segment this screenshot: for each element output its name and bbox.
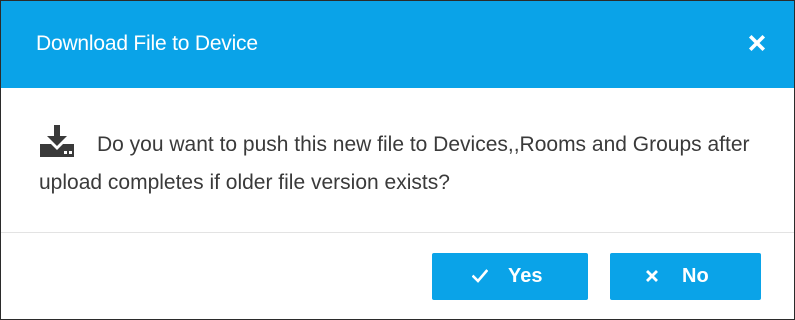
dialog-message: Do you want to push this new file to Dev… [39,133,750,194]
yes-button-label: Yes [508,265,543,287]
close-icon [646,270,658,282]
check-icon [472,269,488,283]
no-button[interactable]: No [610,253,761,300]
no-button-label: No [682,265,709,287]
dialog-title: Download File to Device [36,32,258,55]
download-file-dialog: Download File to Device Do you want to p… [0,0,795,320]
dialog-header: Download File to Device [1,1,794,88]
dialog-footer: Yes No [1,233,794,319]
close-icon [748,34,766,52]
close-button[interactable] [748,34,766,52]
yes-button[interactable]: Yes [432,253,588,300]
dialog-body: Do you want to push this new file to Dev… [1,88,794,232]
